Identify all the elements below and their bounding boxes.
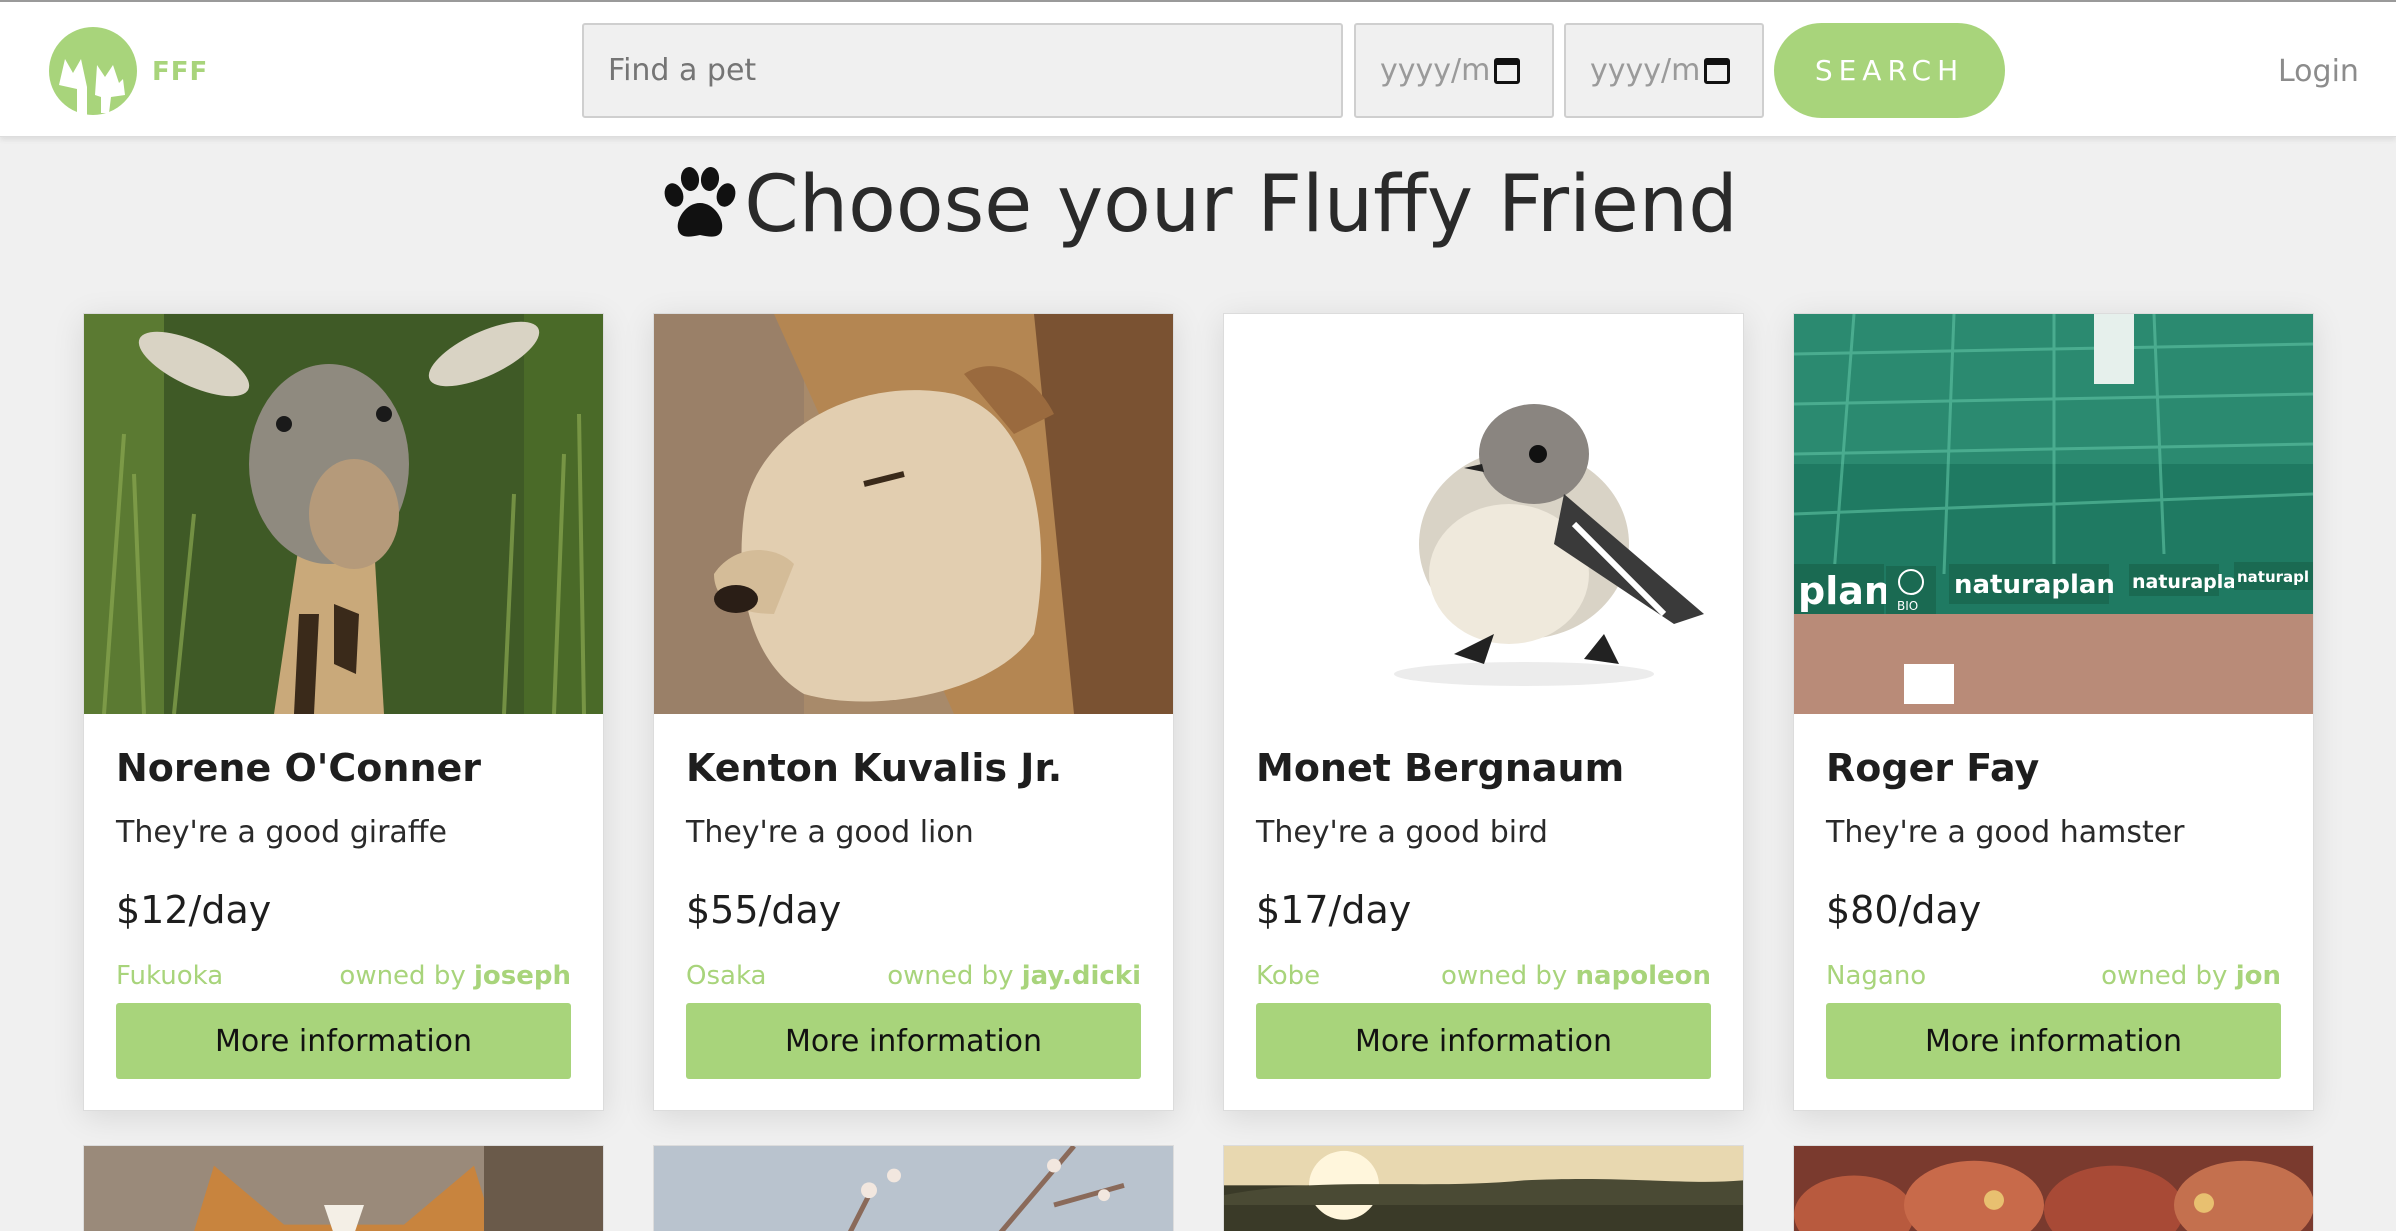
pet-card-partial[interactable] <box>653 1145 1174 1231</box>
search-button[interactable]: SEARCH <box>1774 23 2005 118</box>
dog-photo <box>84 1146 603 1231</box>
pet-price: $55/day <box>686 888 842 932</box>
top-navbar: FFF yyyy/m yyyy/m SEARCH Login <box>0 0 2396 137</box>
crate-label-plan: plan <box>1798 569 1891 613</box>
pet-owner: owned by napoleon <box>1441 961 1711 991</box>
search-input[interactable] <box>582 23 1343 118</box>
pet-card: plan BIO naturaplan naturaplan naturapl … <box>1793 313 2314 1111</box>
lion-photo[interactable] <box>654 314 1173 714</box>
crate-label-bio: BIO <box>1897 599 1918 613</box>
paw-icon <box>664 167 736 237</box>
pet-description: They're a good giraffe <box>116 815 447 850</box>
more-information-button[interactable]: More information <box>686 1003 1141 1079</box>
owner-prefix: owned by <box>2101 961 2228 991</box>
pet-owner: owned by jon <box>2101 961 2281 991</box>
owner-name[interactable]: jay.dicki <box>1022 961 1141 991</box>
cat-logo-icon[interactable] <box>47 25 139 117</box>
pet-card-partial[interactable] <box>1223 1145 1744 1231</box>
pet-owner: owned by jay.dicki <box>887 961 1141 991</box>
owner-prefix: owned by <box>887 961 1014 991</box>
pet-card: Monet Bergnaum They're a good bird $17/d… <box>1223 313 1744 1111</box>
blossom-photo <box>654 1146 1173 1231</box>
login-link[interactable]: Login <box>2278 54 2359 89</box>
pet-card-partial[interactable] <box>1793 1145 2314 1231</box>
pet-name: Kenton Kuvalis Jr. <box>686 746 1063 790</box>
calendar-icon[interactable] <box>1494 57 1521 84</box>
more-information-button[interactable]: More information <box>1256 1003 1711 1079</box>
pet-name: Roger Fay <box>1826 746 2040 790</box>
page-title-text: Choose your Fluffy Friend <box>744 160 1738 250</box>
giraffe-photo[interactable] <box>84 314 603 714</box>
pet-card: Kenton Kuvalis Jr. They're a good lion $… <box>653 313 1174 1111</box>
fish-photo <box>1794 1146 2313 1231</box>
bird-photo[interactable] <box>1224 314 1743 714</box>
more-information-button[interactable]: More information <box>1826 1003 2281 1079</box>
sunset-photo <box>1224 1146 1743 1231</box>
owner-name[interactable]: joseph <box>474 961 571 991</box>
start-date-placeholder: yyyy/m <box>1380 53 1491 88</box>
pet-name: Norene O'Conner <box>116 746 482 790</box>
end-date-field[interactable]: yyyy/m <box>1564 23 1764 118</box>
pet-price: $17/day <box>1256 888 1412 932</box>
pet-name: Monet Bergnaum <box>1256 746 1625 790</box>
pet-description: They're a good lion <box>686 815 974 850</box>
pet-city: Nagano <box>1826 961 1927 991</box>
pet-description: They're a good bird <box>1256 815 1548 850</box>
pet-description: They're a good hamster <box>1826 815 2185 850</box>
pet-price: $80/day <box>1826 888 1982 932</box>
owner-name[interactable]: jon <box>2236 961 2281 991</box>
owner-prefix: owned by <box>339 961 466 991</box>
pet-card: Norene O'Conner They're a good giraffe $… <box>83 313 604 1111</box>
pet-card-partial[interactable] <box>83 1145 604 1231</box>
crate-label-naturaplan-2: naturaplan <box>2132 571 2250 593</box>
market-crates-photo[interactable]: plan BIO naturaplan naturaplan naturapl <box>1794 314 2313 714</box>
pet-price: $12/day <box>116 888 272 932</box>
page-title: Choose your Fluffy Friend <box>0 160 2396 250</box>
pet-owner: owned by joseph <box>339 961 571 991</box>
owner-name[interactable]: napoleon <box>1576 961 1711 991</box>
calendar-icon[interactable] <box>1704 57 1731 84</box>
pet-city: Fukuoka <box>116 961 224 991</box>
more-information-button[interactable]: More information <box>116 1003 571 1079</box>
crate-label-naturaplan-3: naturapl <box>2237 568 2309 586</box>
brand-name[interactable]: FFF <box>152 57 208 87</box>
pet-city: Kobe <box>1256 961 1321 991</box>
start-date-field[interactable]: yyyy/m <box>1354 23 1554 118</box>
crate-label-naturaplan-1: naturaplan <box>1954 570 2115 600</box>
owner-prefix: owned by <box>1440 961 1568 991</box>
end-date-placeholder: yyyy/m <box>1590 53 1701 88</box>
pet-city: Osaka <box>686 961 767 991</box>
